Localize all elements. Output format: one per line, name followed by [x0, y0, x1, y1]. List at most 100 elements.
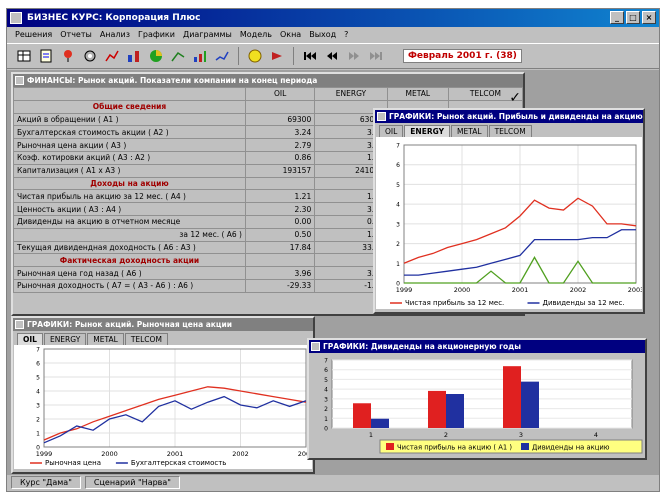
- toolbar-separator: [293, 47, 294, 65]
- tab-energy[interactable]: ENERGY: [404, 125, 451, 137]
- pie-icon[interactable]: [147, 47, 165, 65]
- status-scenario: Сценарий "Нарва": [84, 476, 180, 489]
- minimize-button[interactable]: _: [610, 11, 624, 24]
- settings-icon[interactable]: [81, 47, 99, 65]
- menu-bar: Решения Отчеты Анализ Графики Диаграммы …: [7, 28, 659, 42]
- tab-telcom[interactable]: TELCOM: [124, 333, 168, 345]
- y-tick-label: 5: [396, 182, 400, 189]
- tab-metal[interactable]: METAL: [87, 333, 124, 345]
- row-label: Ценность акции ( А3 : А4 ): [13, 202, 246, 216]
- menu-item-diagrams[interactable]: Диаграммы: [183, 28, 232, 42]
- profit-dividends-chart-title[interactable]: ГРАФИКИ: Рынок акций. Прибыль и дивиденд…: [375, 110, 643, 123]
- table-cell: 0.00: [244, 214, 316, 229]
- menu-item-decisions[interactable]: Решения: [15, 28, 52, 42]
- tab-metal[interactable]: METAL: [451, 125, 488, 137]
- section-header: Доходы на акцию: [13, 176, 246, 191]
- trend-icon[interactable]: [213, 47, 231, 65]
- company-tabs: OIL ENERGY METAL TELCOM: [375, 123, 643, 137]
- next-period-icon[interactable]: [345, 47, 363, 65]
- company-tabs: OIL ENERGY METAL TELCOM: [13, 331, 313, 345]
- y-tick-label: 5: [324, 377, 328, 384]
- run-icon[interactable]: [268, 47, 286, 65]
- tab-telcom[interactable]: TELCOM: [488, 125, 532, 137]
- toolbar-separator: [238, 47, 239, 65]
- column-header[interactable]: METAL: [386, 87, 449, 101]
- table-cell: 17.84: [244, 240, 316, 255]
- table-icon[interactable]: [15, 47, 33, 65]
- menu-item-graphs[interactable]: Графики: [138, 28, 175, 42]
- tab-oil[interactable]: OIL: [379, 125, 404, 137]
- row-label: Дивиденды на акцию в отчетном месяце: [13, 214, 246, 229]
- tab-energy[interactable]: ENERGY: [43, 333, 87, 345]
- table-cell: -29.33: [244, 278, 316, 293]
- compare-icon[interactable]: [125, 47, 143, 65]
- bar: [521, 381, 539, 428]
- table-cell: [244, 253, 316, 268]
- menu-item-reports[interactable]: Отчеты: [60, 28, 92, 42]
- graph-icon[interactable]: [103, 47, 121, 65]
- maximize-button[interactable]: □: [626, 11, 640, 24]
- y-tick-label: 1: [324, 416, 328, 423]
- table-cell: 1.21: [244, 189, 316, 204]
- row-label: Коэф. котировки акций ( А3 : А2 ): [13, 150, 246, 165]
- profit-dividends-chart-window: ГРАФИКИ: Рынок акций. Прибыль и дивиденд…: [373, 108, 645, 314]
- previous-period-icon[interactable]: [323, 47, 341, 65]
- section-header: Общие сведения: [13, 99, 246, 114]
- menu-item-exit[interactable]: Выход: [309, 28, 336, 42]
- market-price-chart-title[interactable]: ГРАФИКИ: Рынок акций. Рыночная цена акци…: [13, 318, 313, 331]
- window-titlebar[interactable]: БИЗНЕС КУРС: Корпорация Плюс _ □ ×: [7, 9, 659, 27]
- close-button[interactable]: ×: [642, 11, 656, 24]
- y-tick-label: 2: [396, 241, 400, 248]
- y-tick-label: 1: [36, 431, 40, 438]
- finance-table-title[interactable]: ФИНАНСЫ: Рынок акций. Показатели компани…: [13, 74, 523, 87]
- info-icon[interactable]: [246, 47, 264, 65]
- x-tick-label: 3: [519, 431, 523, 439]
- profit-dividends-line-chart: 0123456719992000200120022003Чистая прибы…: [376, 137, 642, 309]
- x-tick-label: 4: [594, 431, 598, 439]
- y-tick-label: 7: [396, 143, 400, 150]
- dividends-bar-chart: 7 6 5 4 3 2 1 0 1 2 3 4 Чистая прибыль на акцию ( А1…: [310, 354, 644, 457]
- table-cell: 69300: [244, 112, 316, 127]
- x-tick-label: 2001: [167, 450, 184, 458]
- y-tick-label: 3: [36, 403, 40, 410]
- toolbar: Февраль 2001 г. (38): [7, 43, 659, 69]
- y-tick-label: 3: [324, 396, 328, 403]
- forecast-icon[interactable]: [169, 47, 187, 65]
- y-tick-label: 6: [396, 162, 400, 169]
- bar: [428, 390, 446, 428]
- bar: [446, 394, 464, 428]
- y-tick-label: 4: [396, 202, 400, 209]
- x-tick-label: 1: [369, 431, 373, 439]
- pin-icon[interactable]: [59, 47, 77, 65]
- table-cell: 3.96: [244, 266, 316, 280]
- legend-label: Дивиденды на акцию: [532, 444, 610, 452]
- period-indicator: Февраль 2001 г. (38): [403, 49, 522, 63]
- x-tick-label: 2002: [570, 286, 587, 294]
- bar: [371, 418, 389, 428]
- menu-item-windows[interactable]: Окна: [280, 28, 301, 42]
- row-label: Текущая дивидендная доходность ( А6 : А3…: [13, 240, 246, 255]
- table-cell: [244, 99, 316, 114]
- bar: [353, 403, 371, 428]
- table-cell: 3.24: [244, 125, 316, 140]
- x-tick-label: 2003: [628, 286, 642, 294]
- tab-oil[interactable]: OIL: [17, 333, 43, 345]
- legend-swatch: [386, 443, 394, 450]
- row-label: Акций в обращении ( А1 ): [13, 112, 246, 127]
- menu-item-analysis[interactable]: Анализ: [100, 28, 130, 42]
- last-period-icon[interactable]: [367, 47, 385, 65]
- column-header[interactable]: ENERGY: [314, 87, 388, 101]
- dividends-bar-chart-title[interactable]: ГРАФИКИ: Дивиденды на акционерную годы: [309, 340, 645, 353]
- report-icon[interactable]: [37, 47, 55, 65]
- x-tick-label: 2002: [232, 450, 249, 458]
- status-bar: Курс "Дама" Сценарий "Нарва": [7, 474, 659, 491]
- column-header[interactable]: OIL: [244, 87, 316, 101]
- status-course: Курс "Дама": [11, 476, 81, 489]
- menu-item-help[interactable]: ?: [344, 28, 348, 42]
- check-icon[interactable]: ✓: [509, 90, 521, 106]
- mixed-chart-icon[interactable]: [191, 47, 209, 65]
- menu-item-model[interactable]: Модель: [240, 28, 272, 42]
- first-period-icon[interactable]: [301, 47, 319, 65]
- window-icon: [15, 320, 24, 329]
- table-cell: 0.86: [244, 150, 316, 165]
